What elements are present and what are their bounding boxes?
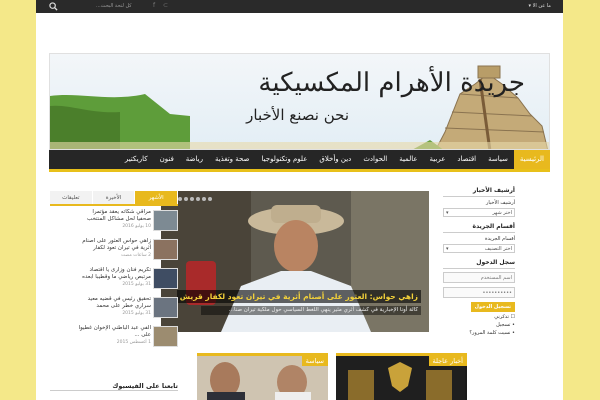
category-badge[interactable]: أخبار عاجلة <box>428 356 467 366</box>
list-item[interactable]: زاهي حواس العثور على أصنام أثرية في تيرا… <box>50 237 178 264</box>
nav-item-economy[interactable]: اقتصاد <box>451 150 482 169</box>
post-date: 31 يوليو 2015 <box>122 311 151 316</box>
login-button[interactable]: تسجيل الدخول <box>470 302 515 312</box>
post-thumbnail[interactable] <box>153 268 178 289</box>
post-title[interactable]: تكريم فنان وزارى يا اقتصاد مرتبص رياضي م… <box>78 267 151 281</box>
nav-item-arab[interactable]: عربية <box>424 150 452 169</box>
post-tabs: تعليقات الأخيرة الأشهر <box>50 191 179 206</box>
site-title: جريدة الأهرام المكسيكية <box>258 68 525 98</box>
left-sidebar: تعليقات الأخيرة الأشهر مراقي شكاته يعقد … <box>50 191 179 351</box>
nav-item-accidents[interactable]: الحوادث <box>357 150 393 169</box>
nav-item-science[interactable]: علوم وتكنولوجيا <box>256 150 314 169</box>
password-field[interactable]: •••••••••• <box>443 287 515 298</box>
forgot-password-link[interactable]: • نسيت كلمة المرور؟ <box>443 330 515 336</box>
sections-label: أقسام الجريدة <box>485 236 515 242</box>
archive-heading: أرشيف الأخبار <box>443 187 515 197</box>
slider-dot[interactable] <box>208 197 212 201</box>
rss-icon[interactable]: ⊂ <box>163 2 168 9</box>
tab-popular[interactable]: الأشهر <box>135 191 179 204</box>
slider-dot[interactable] <box>178 197 182 201</box>
category-badge[interactable]: سياسة <box>301 356 328 366</box>
nav-item-arts[interactable]: فنون <box>154 150 180 169</box>
chevron-down-icon: ▾ <box>446 245 449 252</box>
archive-select-value: اختر شهر <box>492 209 512 216</box>
username-field[interactable]: اسم المستخدم <box>443 272 515 283</box>
top-menu-label: ما عن الا <box>532 3 551 9</box>
slider-excerpt: كالة أونا الإخبارية في كشف أثري مثير ينه… <box>201 306 421 315</box>
sections-heading: أقسام الجريدة <box>443 223 515 233</box>
register-link-label: تسجيل <box>496 322 511 328</box>
featured-slider[interactable]: زاهي حواس: العثور على أصنام أثرية في تير… <box>161 191 429 332</box>
remember-me-checkbox[interactable]: ☐ تذكرني <box>443 314 515 320</box>
sections-select-value: اختر التصنيف <box>484 245 512 252</box>
nav-item-world[interactable]: عالمية <box>393 150 423 169</box>
social-icons: f ⊂ <box>153 2 168 9</box>
list-item[interactable]: تكريم فنان وزارى يا اقتصاد مرتبص رياضي م… <box>50 266 178 293</box>
archive-label: أرشيف الأخبار <box>485 200 515 206</box>
post-title[interactable]: تحقيق رئيس في قضيه معيد سراري خطر على مح… <box>78 296 151 310</box>
slider-dot[interactable] <box>184 197 188 201</box>
facebook-icon[interactable]: f <box>153 2 155 9</box>
top-bar: ...كل لتحة البحث f ⊂ ▾ ما عن الا <box>0 0 600 13</box>
search-input[interactable]: ...كل لتحة البحث <box>96 3 132 9</box>
post-title[interactable]: زاهي حواس العثور على أصنام أثرية في تيرا… <box>78 238 151 252</box>
tab-recent[interactable]: الأخيرة <box>92 191 136 204</box>
remember-label: تذكرني <box>494 314 509 320</box>
main-nav: الرئيسية سياسة اقتصاد عربية عالمية الحوا… <box>49 150 550 172</box>
list-item[interactable]: الفي عبد الباطني الإخوان غطيوا على ... 1… <box>50 324 178 351</box>
chevron-down-icon: ▾ <box>446 209 449 216</box>
search-icon[interactable] <box>49 2 58 11</box>
slider-title[interactable]: زاهي حواس: العثور على أصنام أثرية في تير… <box>176 290 421 303</box>
nav-item-politics[interactable]: سياسة <box>482 150 514 169</box>
slider-dot[interactable] <box>202 197 206 201</box>
tab-comments[interactable]: تعليقات <box>50 191 93 204</box>
list-item[interactable]: تحقيق رئيس في قضيه معيد سراري خطر على مح… <box>50 295 178 322</box>
post-thumbnail[interactable] <box>153 326 178 347</box>
register-link[interactable]: • تسجيل <box>443 322 515 328</box>
nav-item-sports[interactable]: رياضة <box>180 150 209 169</box>
site-banner[interactable]: جريدة الأهرام المكسيكية نحن نصنع الأخبار <box>49 53 550 150</box>
slider-dot[interactable] <box>196 197 200 201</box>
post-thumbnail[interactable] <box>153 297 178 318</box>
post-date: 2 ساعات مضت <box>121 253 151 258</box>
list-item[interactable]: مراقي شكاته يعقد مؤتمرا صحفيا لحل مشاكل … <box>50 208 178 235</box>
right-sidebar: أرشيف الأخبار أرشيف الأخبار اختر شهر ▾ أق… <box>443 187 515 338</box>
nav-item-home[interactable]: الرئيسية <box>513 150 550 169</box>
nav-item-health[interactable]: صحة وتغذية <box>209 150 256 169</box>
archive-select[interactable]: اختر شهر ▾ <box>443 208 515 217</box>
post-thumbnail[interactable] <box>153 210 178 231</box>
nav-item-religion[interactable]: دين وأخلاق <box>313 150 357 169</box>
category-box-politics[interactable]: سياسة <box>197 353 328 400</box>
post-date: 31 يوليو 2015 <box>122 282 151 287</box>
category-box-breaking[interactable]: أخبار عاجلة <box>336 353 467 400</box>
post-thumbnail[interactable] <box>153 239 178 260</box>
forgot-link-label: نسيت كلمة المرور؟ <box>469 330 511 336</box>
post-title[interactable]: مراقي شكاته يعقد مؤتمرا صحفيا لحل مشاكل … <box>78 209 151 223</box>
facebook-widget-title: تابعنا على الفيسبوك <box>50 382 178 391</box>
top-menu[interactable]: ▾ ما عن الا <box>528 3 551 9</box>
login-heading: سجل الدخول <box>443 259 515 269</box>
site-slogan: نحن نصنع الأخبار <box>246 106 349 124</box>
post-date: 1 أغسطس 2015 <box>116 340 151 345</box>
post-title[interactable]: الفي عبد الباطني الإخوان غطيوا على ... <box>78 325 151 339</box>
sections-select[interactable]: اختر التصنيف ▾ <box>443 244 515 253</box>
slider-dot[interactable] <box>190 197 194 201</box>
post-date: 10 يوليو 2016 <box>122 224 151 229</box>
nav-item-caricature[interactable]: كاريكتير <box>119 150 154 169</box>
top-bar-inner: ...كل لتحة البحث f ⊂ ▾ ما عن الا <box>36 0 563 13</box>
